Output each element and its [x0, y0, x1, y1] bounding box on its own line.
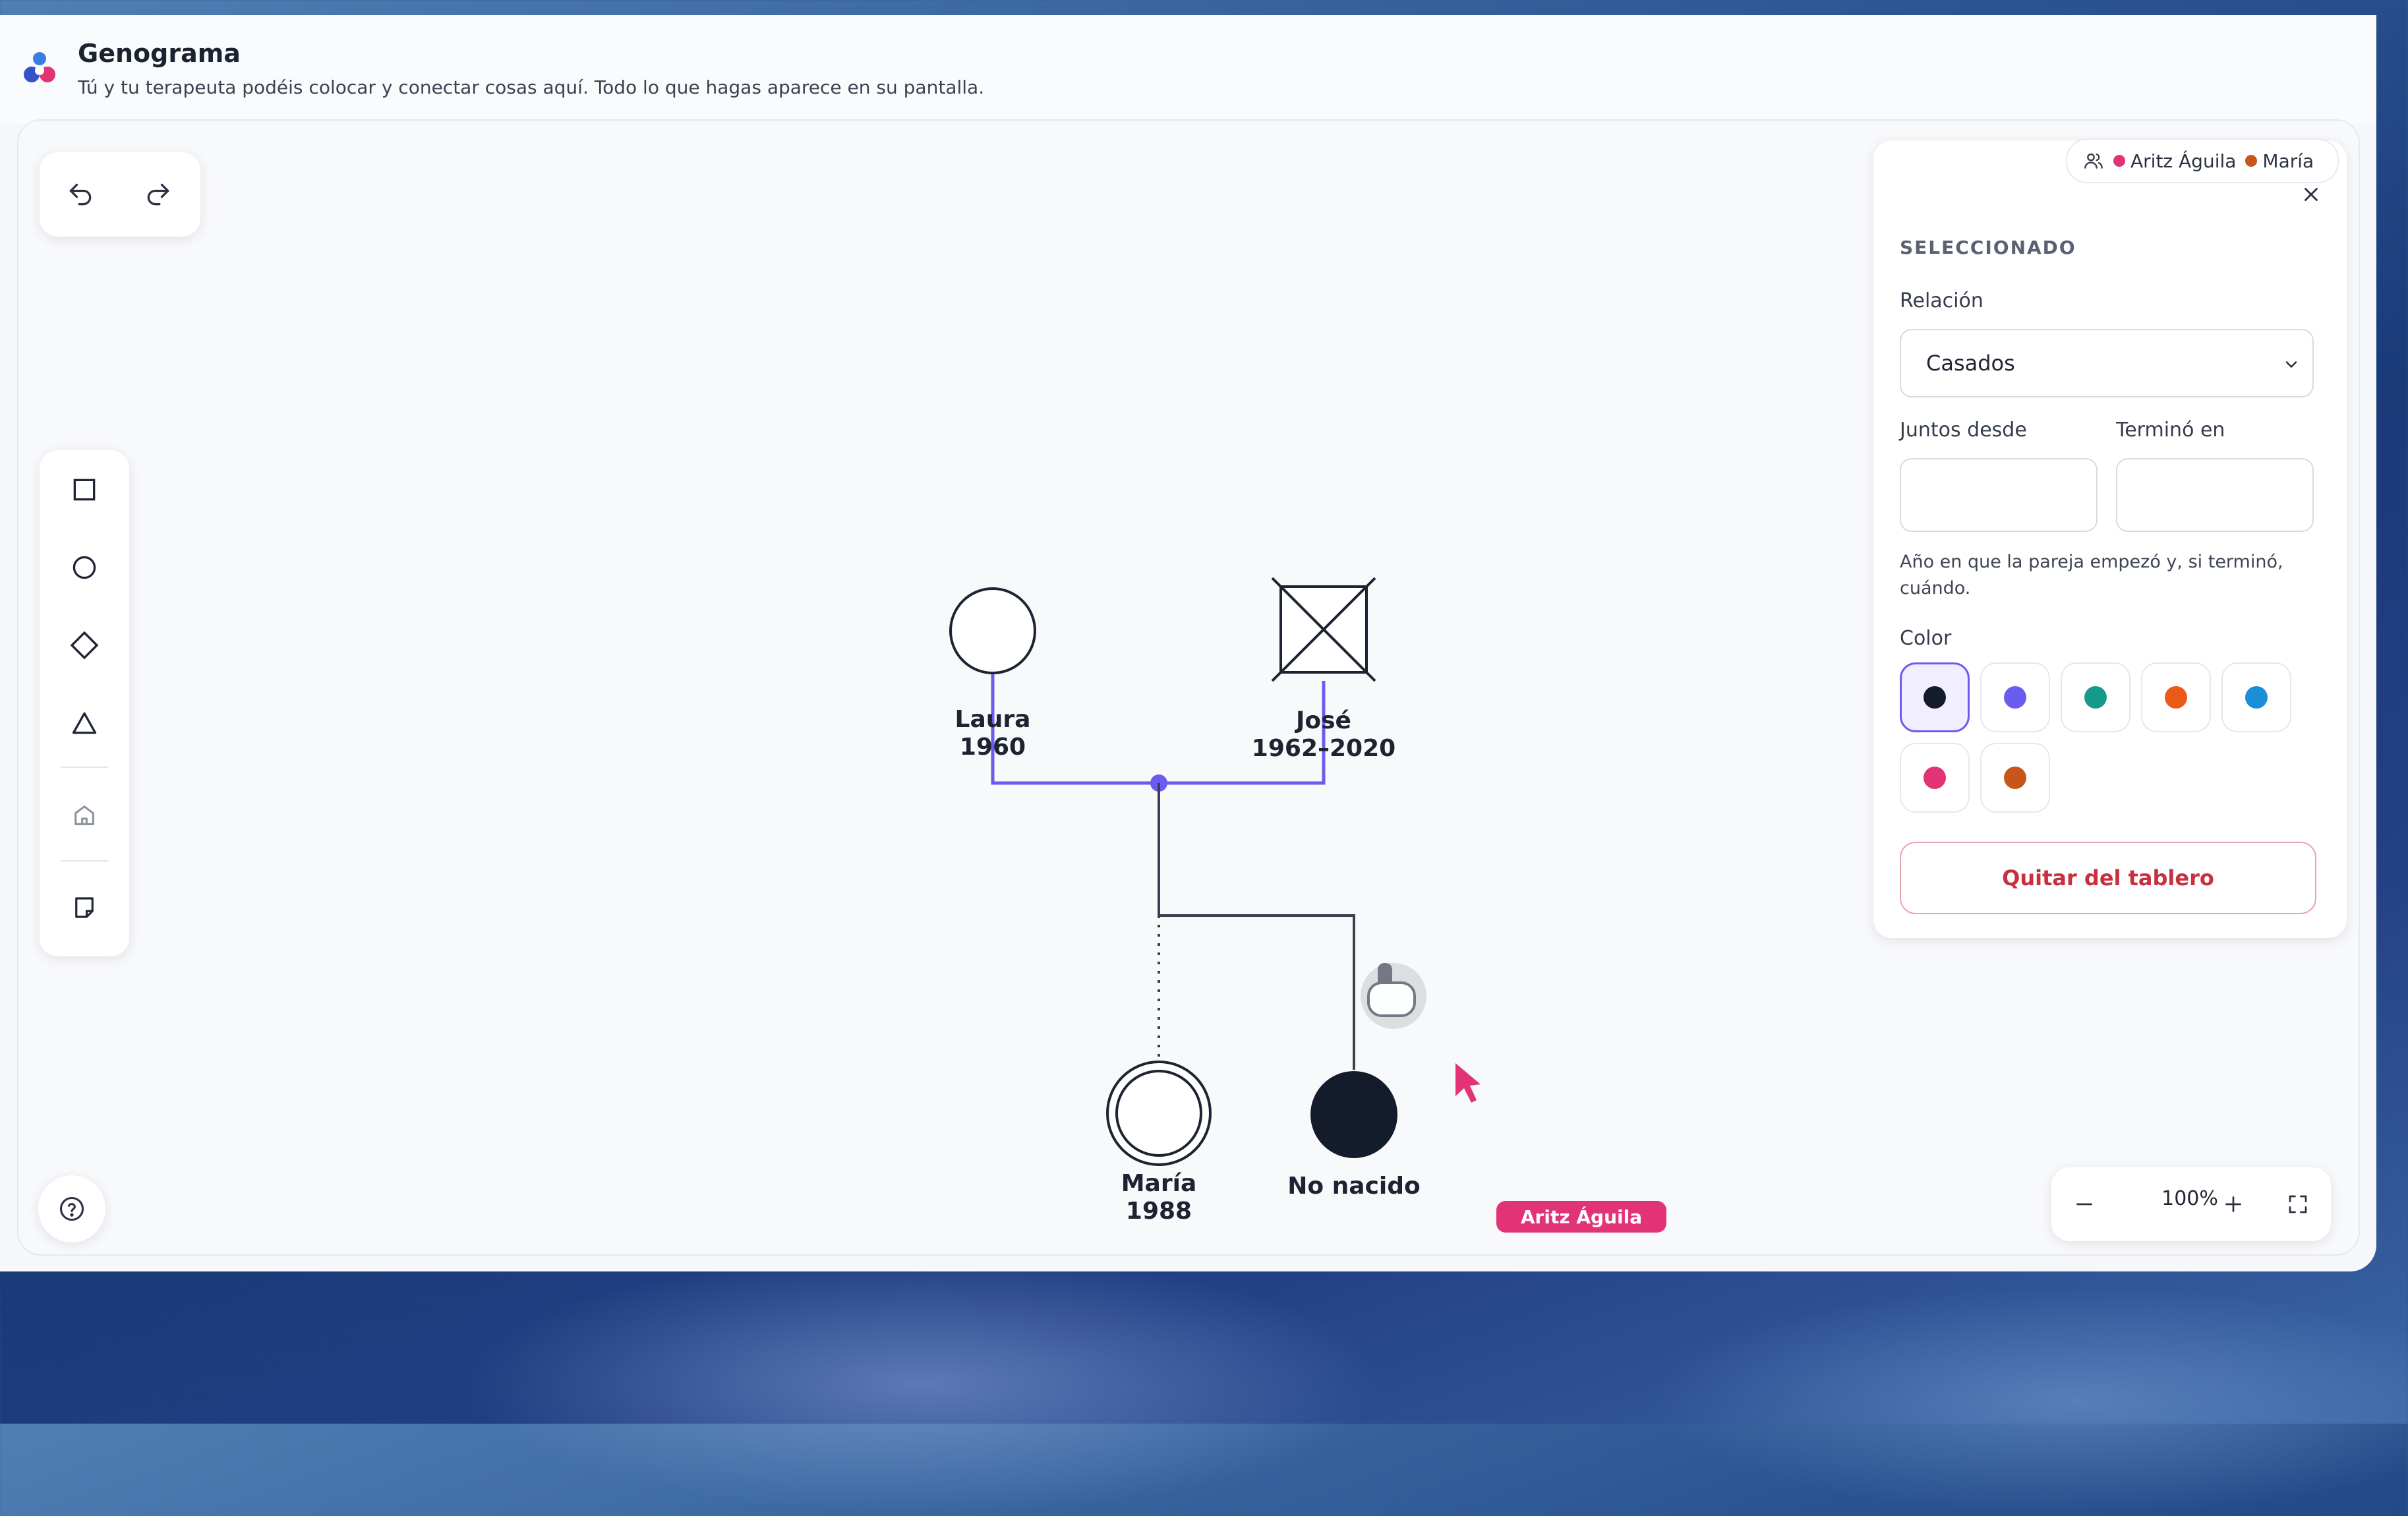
- color-swatch-orange[interactable]: [2141, 662, 2211, 732]
- person-maria-inner: [1115, 1070, 1202, 1157]
- presence-dot: [2245, 155, 2258, 167]
- relation-select-value: Casados: [1926, 351, 2015, 376]
- close-icon: [2305, 188, 2318, 201]
- genogram-board[interactable]: 100% Laura 1960 José 1962–2020 María 198…: [17, 119, 2360, 1256]
- page-title: Genograma: [78, 39, 241, 68]
- ended-label: Terminó en: [2116, 419, 2225, 442]
- color-swatch-black[interactable]: [1900, 662, 1970, 732]
- color-swatch-brown[interactable]: [1980, 743, 2050, 813]
- person-laura-circle[interactable]: [949, 587, 1036, 674]
- person-unborn-circle[interactable]: [1310, 1071, 1397, 1158]
- presence-user-1: Aritz Águila: [2130, 150, 2237, 172]
- color-label: Color: [1900, 627, 1952, 650]
- app-window: Genograma Tú y tu terapeuta podéis coloc…: [0, 15, 2376, 1271]
- app-header: Genograma Tú y tu terapeuta podéis coloc…: [0, 15, 2376, 124]
- ended-input[interactable]: [2116, 458, 2314, 532]
- person-jose-label: José 1962–2020: [1251, 707, 1396, 762]
- chevron-down-icon: [2285, 361, 2297, 368]
- person-laura-label: Laura 1960: [954, 706, 1031, 761]
- person-unborn-label: No nacido: [1287, 1173, 1421, 1200]
- years-help-text: Año en que la pareja empezó y, si termin…: [1900, 552, 2283, 598]
- color-swatch-purple[interactable]: [1980, 662, 2050, 732]
- color-swatch-pink[interactable]: [1900, 743, 1970, 813]
- presence-dot: [2113, 155, 2125, 167]
- color-swatch-blue[interactable]: [2221, 662, 2291, 732]
- panel-section-title: SELECCIONADO: [1900, 237, 2076, 258]
- app-logo-icon: [24, 52, 55, 82]
- selection-panel: SELECCIONADO Relación Casados Juntos des…: [1873, 140, 2347, 938]
- users-icon: [2084, 153, 2103, 169]
- presence-indicator: Aritz Águila María: [2066, 138, 2339, 183]
- presence-user-2: María: [2262, 150, 2314, 172]
- together-since-label: Juntos desde: [1900, 419, 2027, 442]
- relation-label: Relación: [1900, 289, 1983, 312]
- hand-cursor-icon: [1361, 963, 1426, 1029]
- remove-from-board-button[interactable]: Quitar del tablero: [1900, 842, 2316, 914]
- together-since-input[interactable]: [1900, 458, 2098, 532]
- page-subtitle: Tú y tu terapeuta podéis colocar y conec…: [78, 76, 985, 98]
- person-maria-label: María 1988: [1121, 1170, 1197, 1225]
- remote-pointer-icon: [1455, 1063, 1481, 1103]
- color-swatch-teal[interactable]: [2061, 662, 2130, 732]
- relation-select[interactable]: Casados: [1900, 329, 2314, 397]
- remote-cursor-label: Aritz Águila: [1496, 1201, 1666, 1233]
- descent-line: [1158, 783, 1355, 1070]
